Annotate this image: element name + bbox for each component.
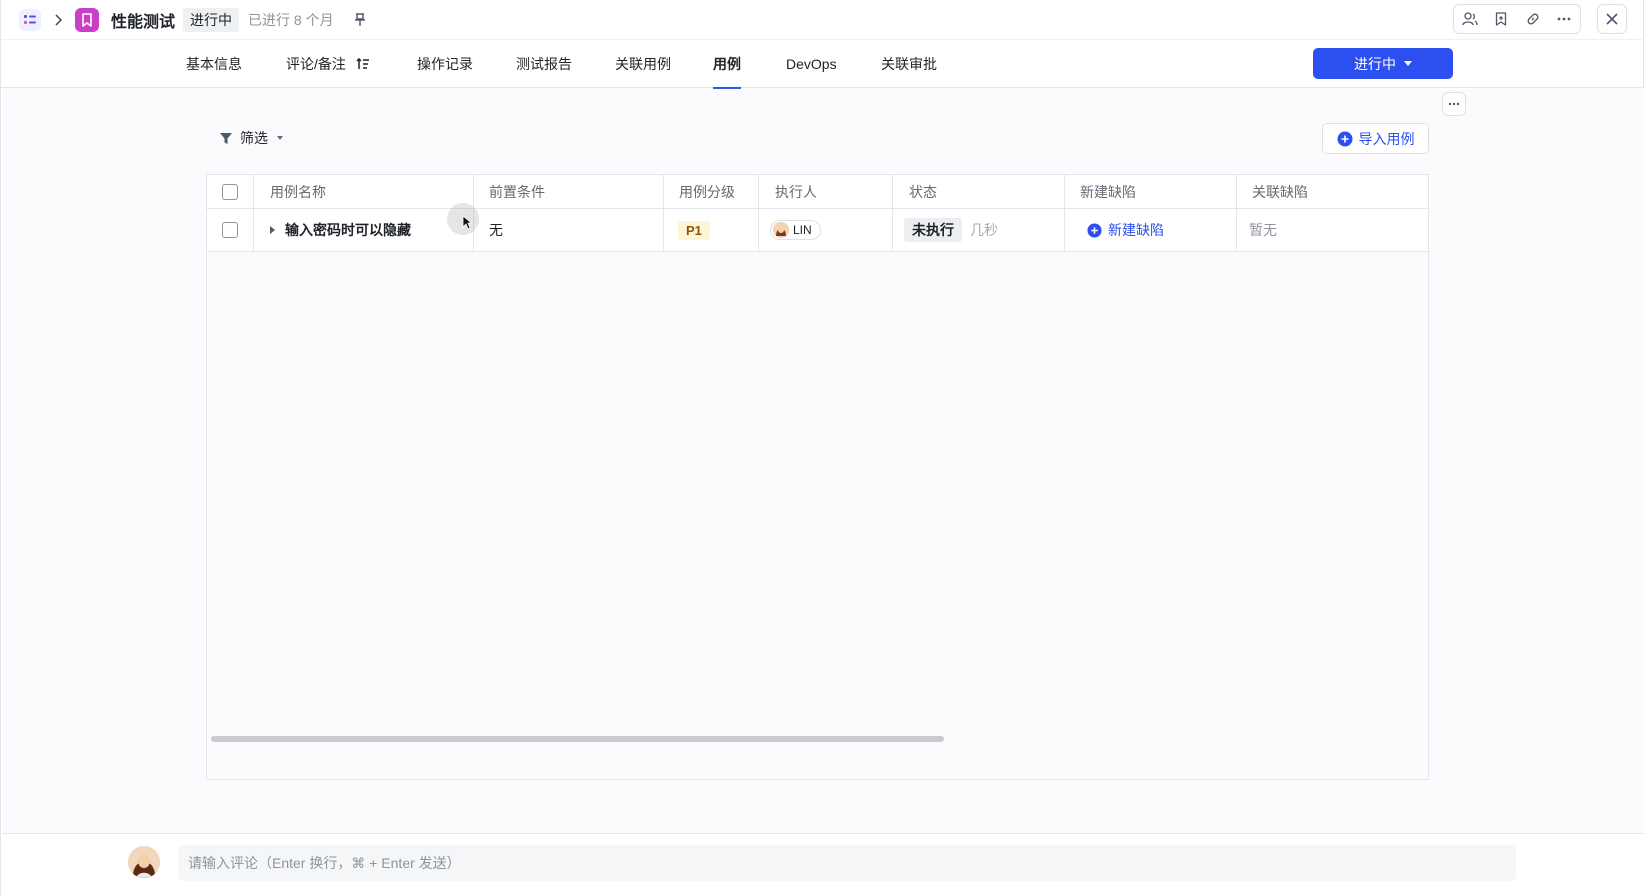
execution-status[interactable]: 未执行 — [904, 218, 962, 242]
tab-label: 基本信息 — [186, 56, 242, 72]
filter-button[interactable]: 筛选 — [219, 128, 283, 148]
executor-name: LIN — [793, 223, 812, 237]
tab-label: 关联用例 — [615, 56, 671, 72]
tab-label: 评论/备注 — [286, 56, 346, 72]
user-chip[interactable]: LIN — [770, 220, 821, 240]
filter-icon — [220, 132, 232, 144]
executor-cell[interactable]: LIN — [759, 209, 893, 251]
caret-down-icon — [1404, 61, 1412, 66]
precondition-cell[interactable]: 无 — [474, 209, 664, 251]
case-name: 输入密码时可以隐藏 — [285, 222, 411, 238]
top-bar: 性能测试 进行中 已进行 8 个月 — [1, 0, 1644, 40]
project-title: 性能测试 — [111, 13, 176, 31]
level-cell[interactable]: P1 — [664, 209, 759, 251]
status-dropdown-label: 进行中 — [1354, 55, 1396, 72]
column-header[interactable]: 执行人 — [759, 175, 893, 208]
column-header[interactable]: 前置条件 — [474, 175, 664, 208]
table-row[interactable]: 输入密码时可以隐藏 无 P1 LIN 未执行 几秒 新建缺陷 暂无 — [207, 209, 1428, 252]
avatar — [773, 222, 789, 238]
tab-test-report[interactable]: 测试报告 — [516, 40, 572, 88]
linked-defect-cell[interactable]: 暂无 — [1237, 209, 1428, 251]
tab-devops[interactable]: DevOps — [786, 40, 837, 88]
tab-cases[interactable]: 用例 — [713, 40, 741, 89]
new-defect-cell: 新建缺陷 — [1065, 209, 1237, 251]
import-cases-label: 导入用例 — [1358, 130, 1415, 147]
table-header: 用例名称 前置条件 用例分级 执行人 状态 新建缺陷 关联缺陷 — [207, 175, 1428, 209]
link-icon[interactable] — [1517, 5, 1549, 33]
column-header[interactable]: 用例名称 — [254, 175, 474, 208]
chevron-right-icon — [53, 13, 65, 26]
new-defect-link[interactable]: 新建缺陷 — [1087, 220, 1164, 240]
status-dropdown-button[interactable]: 进行中 — [1313, 48, 1453, 79]
horizontal-scrollbar[interactable] — [211, 736, 944, 742]
top-action-group — [1453, 4, 1581, 34]
sort-icon[interactable] — [356, 58, 370, 70]
mouse-pointer-icon — [462, 215, 472, 230]
new-defect-label: 新建缺陷 — [1108, 222, 1164, 238]
status-cell[interactable]: 未执行 几秒 — [893, 209, 1065, 251]
row-checkbox-cell — [207, 209, 254, 251]
project-icon — [75, 7, 99, 32]
tab-operation-log[interactable]: 操作记录 — [417, 40, 473, 88]
tab-related-approval[interactable]: 关联审批 — [881, 40, 937, 88]
plus-circle-icon — [1087, 222, 1102, 238]
elapsed-time: 已进行 8 个月 — [248, 11, 334, 28]
bookmark-icon[interactable] — [1486, 5, 1518, 33]
more-icon[interactable] — [1549, 5, 1581, 33]
plus-circle-icon — [1337, 131, 1352, 146]
comment-input[interactable] — [178, 845, 1516, 881]
cases-table: 用例名称 前置条件 用例分级 执行人 状态 新建缺陷 关联缺陷 输入密码时可以隐… — [206, 174, 1429, 780]
column-header[interactable]: 新建缺陷 — [1065, 175, 1237, 208]
close-button[interactable] — [1597, 4, 1627, 34]
select-all-checkbox[interactable] — [222, 183, 238, 200]
expand-icon[interactable] — [270, 226, 275, 234]
header-checkbox-cell — [207, 175, 254, 208]
case-name-cell[interactable]: 输入密码时可以隐藏 — [254, 209, 474, 251]
more-icon — [1448, 102, 1460, 106]
close-icon — [1606, 13, 1618, 25]
priority-badge: P1 — [678, 220, 710, 240]
pin-icon[interactable] — [354, 12, 368, 27]
status-time: 几秒 — [970, 222, 998, 238]
tab-basic-info[interactable]: 基本信息 — [186, 40, 242, 88]
caret-down-icon — [277, 136, 283, 140]
tab-label: 操作记录 — [417, 56, 473, 72]
column-header[interactable]: 关联缺陷 — [1237, 175, 1428, 208]
tab-label: DevOps — [786, 56, 837, 72]
column-header[interactable]: 状态 — [893, 175, 1065, 208]
row-checkbox[interactable] — [222, 222, 238, 238]
app-window: 性能测试 进行中 已进行 8 个月 基本信息 评论/备注 操作记录 测试报告 关… — [0, 0, 1644, 896]
tab-label: 关联审批 — [881, 56, 937, 72]
filter-label: 筛选 — [240, 130, 268, 146]
tab-related-cases[interactable]: 关联用例 — [615, 40, 671, 88]
import-cases-button[interactable]: 导入用例 — [1322, 123, 1429, 154]
avatar — [128, 846, 160, 878]
tab-comments[interactable]: 评论/备注 — [286, 40, 370, 88]
members-icon[interactable] — [1454, 5, 1486, 33]
column-header[interactable]: 用例分级 — [664, 175, 759, 208]
tab-label: 用例 — [713, 56, 741, 72]
comment-bar — [2, 833, 1644, 896]
linked-defect-value: 暂无 — [1249, 222, 1277, 238]
app-menu-icon[interactable] — [19, 8, 41, 31]
precondition-value: 无 — [489, 222, 503, 238]
panel-more-button[interactable] — [1442, 92, 1466, 116]
tab-label: 测试报告 — [516, 56, 572, 72]
status-badge: 进行中 — [183, 7, 240, 32]
